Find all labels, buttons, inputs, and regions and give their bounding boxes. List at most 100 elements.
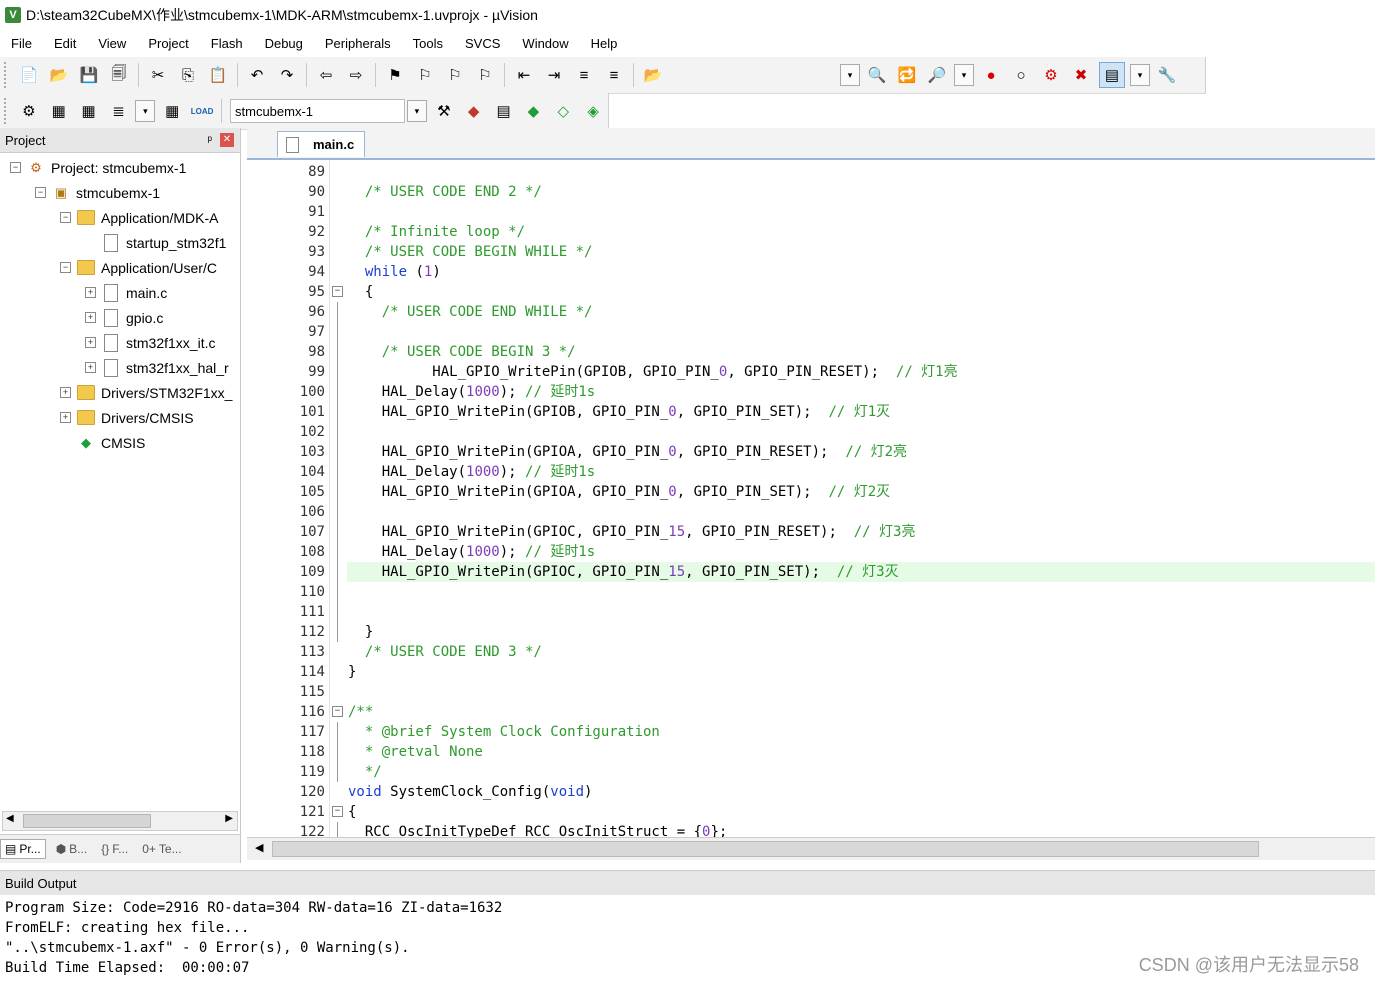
- code-line[interactable]: 96 /* USER CODE END WHILE */: [247, 302, 1375, 322]
- collapse-icon[interactable]: −: [10, 162, 21, 173]
- code-editor[interactable]: 89 90 /* USER CODE END 2 */ 91 92 /* Infini…: [247, 160, 1375, 837]
- project-horizontal-scrollbar[interactable]: ◀ ▶: [2, 811, 238, 831]
- uncomment-icon[interactable]: ≡: [602, 63, 626, 87]
- collapse-icon[interactable]: −: [35, 187, 46, 198]
- code-line[interactable]: 108 HAL_Delay(1000); // 延时1s: [247, 542, 1375, 562]
- code-line[interactable]: 113 /* USER CODE END 3 */: [247, 642, 1375, 662]
- close-icon[interactable]: ✕: [220, 133, 234, 147]
- tree-item[interactable]: − ▣ stmcubemx-1: [35, 180, 160, 205]
- scroll-thumb[interactable]: [23, 814, 151, 828]
- breakpoint-icon[interactable]: ●: [979, 63, 1003, 87]
- pack-installer-icon[interactable]: ◆: [521, 99, 545, 123]
- find-dropdown-icon[interactable]: ▾: [840, 64, 860, 86]
- expand-icon[interactable]: +: [60, 387, 71, 398]
- tab-main-c[interactable]: main.c: [277, 131, 365, 157]
- code-line[interactable]: 117 * @brief System Clock Configuration: [247, 722, 1375, 742]
- menu-edit[interactable]: Edit: [43, 36, 87, 51]
- comment-icon[interactable]: ≡: [572, 63, 596, 87]
- translate-icon[interactable]: ⚙: [17, 99, 41, 123]
- find-in-files-icon[interactable]: 📂: [641, 63, 665, 87]
- menu-window[interactable]: Window: [511, 36, 579, 51]
- code-line[interactable]: 97: [247, 322, 1375, 342]
- code-line[interactable]: 100 HAL_Delay(1000); // 延时1s: [247, 382, 1375, 402]
- code-line[interactable]: 115: [247, 682, 1375, 702]
- code-line[interactable]: 104 HAL_Delay(1000); // 延时1s: [247, 462, 1375, 482]
- tab-books[interactable]: ⬢ B...: [52, 840, 92, 858]
- code-line[interactable]: 92 /* Infinite loop */: [247, 222, 1375, 242]
- clear-breakpoints-icon[interactable]: ✖: [1069, 63, 1093, 87]
- indent-icon[interactable]: ⇤: [512, 63, 536, 87]
- batch-build-icon[interactable]: ≣: [107, 99, 131, 123]
- debug-session-icon[interactable]: 🔎: [925, 63, 949, 87]
- collapse-icon[interactable]: −: [332, 806, 343, 817]
- code-line[interactable]: 103 HAL_GPIO_WritePin(GPIOA, GPIO_PIN_0,…: [247, 442, 1375, 462]
- rebuild-icon[interactable]: ▦: [77, 99, 101, 123]
- code-line[interactable]: 109 HAL_GPIO_WritePin(GPIOC, GPIO_PIN_15…: [247, 562, 1375, 582]
- code-line[interactable]: 107 HAL_GPIO_WritePin(GPIOC, GPIO_PIN_15…: [247, 522, 1375, 542]
- kill-breakpoints-icon[interactable]: ⚙: [1039, 63, 1063, 87]
- menu-flash[interactable]: Flash: [200, 36, 254, 51]
- code-line[interactable]: 122 RCC_OscInitTypeDef RCC_OscInitStruct…: [247, 822, 1375, 837]
- disable-breakpoint-icon[interactable]: ○: [1009, 63, 1033, 87]
- code-line[interactable]: 121−{: [247, 802, 1375, 822]
- pin-icon[interactable]: ᵖ: [207, 133, 212, 147]
- tree-item[interactable]: + main.c: [85, 280, 167, 305]
- code-line[interactable]: 105 HAL_GPIO_WritePin(GPIOA, GPIO_PIN_0,…: [247, 482, 1375, 502]
- bookmark-icon[interactable]: ⚑: [383, 63, 407, 87]
- tab-project[interactable]: ▤ Pr...: [0, 839, 46, 859]
- batch-dropdown-icon[interactable]: ▾: [135, 100, 156, 122]
- expand-icon[interactable]: +: [85, 287, 96, 298]
- configure-icon[interactable]: 🔧: [1155, 63, 1179, 87]
- code-line[interactable]: 94 while (1): [247, 262, 1375, 282]
- tree-item[interactable]: + stm32f1xx_hal_r: [85, 355, 229, 380]
- menu-tools[interactable]: Tools: [402, 36, 454, 51]
- stop-build-icon[interactable]: ▦: [160, 99, 184, 123]
- expand-icon[interactable]: +: [85, 312, 96, 323]
- scroll-right-arrow-icon[interactable]: ▶: [225, 813, 233, 824]
- incremental-find-icon[interactable]: 🔍: [865, 63, 889, 87]
- scroll-thumb[interactable]: [272, 841, 1259, 857]
- menu-file[interactable]: File: [0, 36, 43, 51]
- chevron-down-icon[interactable]: ▾: [407, 100, 427, 122]
- code-line[interactable]: 112 }: [247, 622, 1375, 642]
- menu-peripherals[interactable]: Peripherals: [314, 36, 402, 51]
- target-select[interactable]: stmcubemx-1: [230, 99, 405, 123]
- collapse-icon[interactable]: −: [60, 262, 71, 273]
- tree-item[interactable]: − Application/User/C: [60, 255, 217, 280]
- save-all-icon[interactable]: 🗐: [107, 63, 131, 87]
- redo-icon[interactable]: ↷: [275, 63, 299, 87]
- paste-icon[interactable]: 📋: [206, 63, 230, 87]
- new-file-icon[interactable]: 📄: [17, 63, 41, 87]
- fold-marker[interactable]: −: [331, 802, 345, 822]
- select-packs-icon[interactable]: ◇: [551, 99, 575, 123]
- cut-icon[interactable]: ✂: [146, 63, 170, 87]
- save-icon[interactable]: 💾: [77, 63, 101, 87]
- replace-icon[interactable]: 🔁: [895, 63, 919, 87]
- unindent-icon[interactable]: ⇥: [542, 63, 566, 87]
- nav-back-icon[interactable]: ⇦: [314, 63, 338, 87]
- menu-project[interactable]: Project: [137, 36, 199, 51]
- code-line[interactable]: 106: [247, 502, 1375, 522]
- tab-functions[interactable]: {} F...: [97, 840, 132, 858]
- tree-item[interactable]: startup_stm32f1: [85, 230, 226, 255]
- clear-bookmarks-icon[interactable]: ⚐: [473, 63, 497, 87]
- code-line[interactable]: 93 /* USER CODE BEGIN WHILE */: [247, 242, 1375, 262]
- code-line[interactable]: 119 */: [247, 762, 1375, 782]
- open-file-icon[interactable]: 📂: [47, 63, 71, 87]
- download-icon[interactable]: LOAD: [190, 99, 214, 123]
- window-dropdown-icon[interactable]: ▾: [1130, 64, 1150, 86]
- collapse-icon[interactable]: −: [332, 706, 343, 717]
- undo-icon[interactable]: ↶: [245, 63, 269, 87]
- expand-icon[interactable]: +: [85, 337, 96, 348]
- expand-icon[interactable]: +: [85, 362, 96, 373]
- collapse-icon[interactable]: −: [332, 286, 343, 297]
- scroll-left-arrow-icon[interactable]: ◀: [6, 813, 14, 824]
- copy-icon[interactable]: ⎘: [176, 63, 200, 87]
- manage-project-items-icon[interactable]: ◆: [462, 99, 486, 123]
- tree-item[interactable]: + stm32f1xx_it.c: [85, 330, 215, 355]
- tree-item[interactable]: + Drivers/STM32F1xx_: [60, 380, 232, 405]
- tree-item[interactable]: + gpio.c: [85, 305, 163, 330]
- file-extensions-icon[interactable]: ▤: [492, 99, 516, 123]
- target-options-icon[interactable]: ⚒: [432, 99, 456, 123]
- code-line[interactable]: 90 /* USER CODE END 2 */: [247, 182, 1375, 202]
